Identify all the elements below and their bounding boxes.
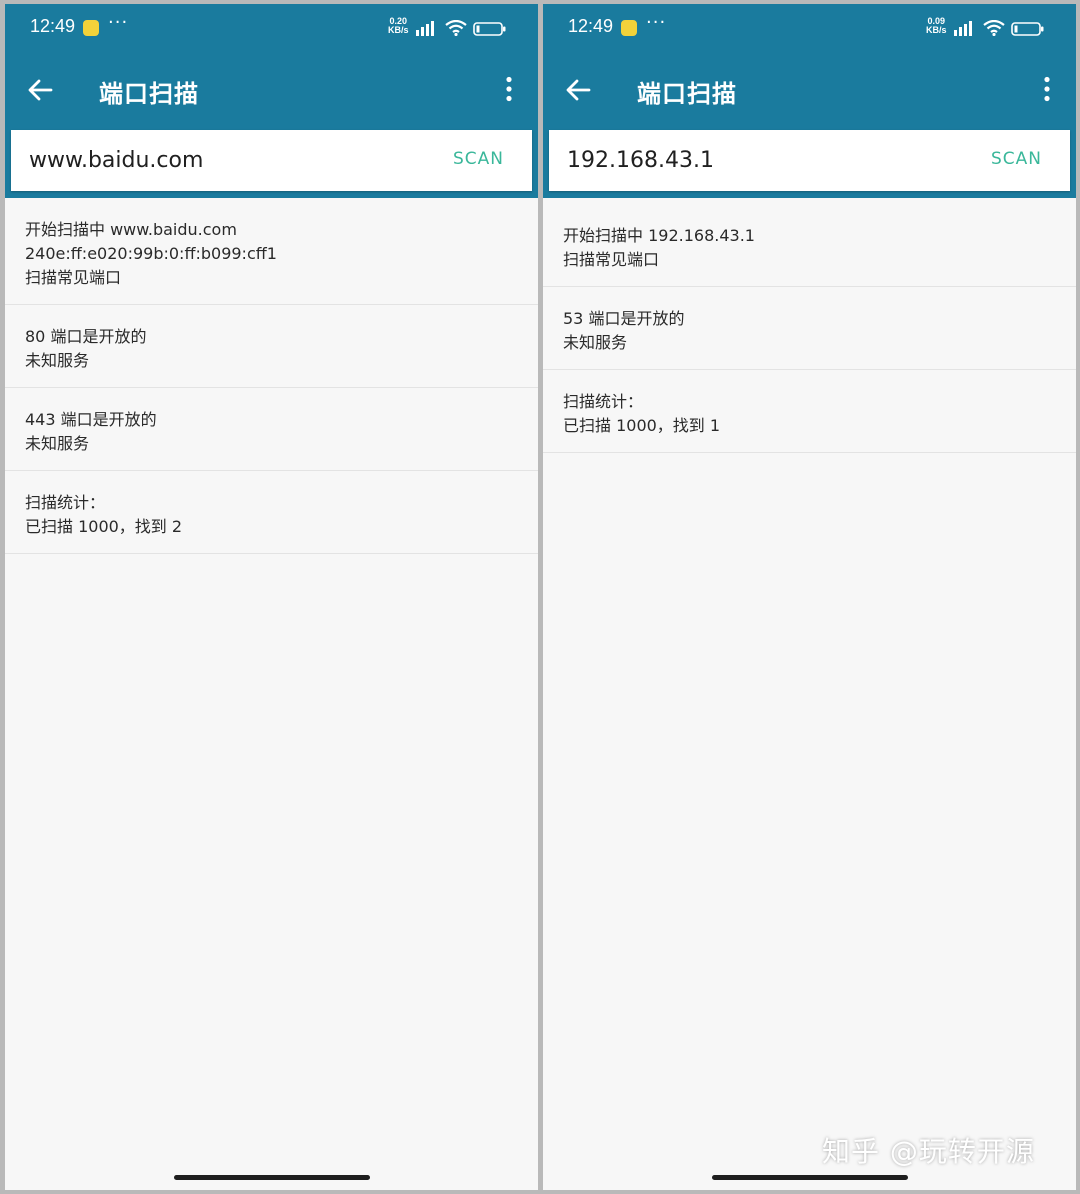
network-speed: 0.20 KB/s [388,17,409,35]
search-row: SCAN [543,128,1076,198]
host-input[interactable] [29,140,389,180]
result-line: 扫描统计： [25,493,106,512]
network-speed-unit: KB/s [926,25,947,35]
more-notifications-icon: ··· [108,12,129,33]
status-bar: 12:49 ··· 0.09 KB/s [543,4,1076,52]
result-line: 未知服务 [25,351,90,370]
back-arrow-icon[interactable] [27,78,53,102]
battery-icon [1011,22,1044,36]
gesture-nav-handle[interactable] [711,1175,908,1180]
search-row: SCAN [5,128,538,198]
battery-icon [473,22,506,36]
more-notifications-icon: ··· [646,12,667,33]
result-line: 扫描统计： [563,392,644,411]
status-bar: 12:49 ··· 0.20 KB/s [5,4,538,52]
search-card: SCAN [11,130,532,191]
result-list: 开始扫描中 192.168.43.1 扫描常见端口 53 端口是开放的 未知服务… [543,198,1076,453]
notification-icon [83,20,99,36]
result-line: 扫描常见端口 [25,268,122,287]
app-bar: 端口扫描 [5,52,538,128]
page-title: 端口扫描 [99,80,199,108]
signal-icon [416,21,434,36]
result-list: 开始扫描中 www.baidu.com 240e:ff:e020:99b:0:f… [5,198,538,554]
page-title: 端口扫描 [637,80,737,108]
result-line: 443 端口是开放的 [25,410,157,429]
wifi-icon [983,20,1005,36]
wifi-icon [445,20,467,36]
status-time: 12:49 [30,16,76,36]
result-line: 240e:ff:e020:99b:0:ff:b099:cff1 [25,244,277,263]
overflow-menu-icon[interactable] [505,76,513,102]
result-line: 未知服务 [563,333,628,352]
host-input[interactable] [567,140,927,180]
result-item: 扫描统计： 已扫描 1000，找到 2 [5,471,538,554]
watermark: 知乎 @玩转开源 [822,1135,1035,1168]
phone-screen-left: 12:49 ··· 0.20 KB/s 端口扫描 www.baidu.com S… [5,4,538,1190]
status-time: 12:49 [568,16,614,36]
result-item: 80 端口是开放的 未知服务 [5,305,538,388]
result-line: 扫描常见端口 [563,250,660,269]
result-line: 已扫描 1000，找到 2 [25,517,183,536]
app-bar: 端口扫描 [543,52,1076,128]
search-card: SCAN [549,130,1070,191]
result-item: 开始扫描中 www.baidu.com 240e:ff:e020:99b:0:f… [5,198,538,305]
phone-screen-right: 12:49 ··· 0.09 KB/s 端口扫描 192.168.43.1 SC… [543,4,1076,1190]
scan-button[interactable]: SCAN [991,149,1042,169]
scan-button[interactable]: SCAN [453,149,504,169]
signal-icon [954,21,972,36]
result-line: 开始扫描中 192.168.43.1 [563,226,755,245]
result-line: 未知服务 [25,434,90,453]
result-item: 53 端口是开放的 未知服务 [543,287,1076,370]
back-arrow-icon[interactable] [565,78,591,102]
result-line: 80 端口是开放的 [25,327,147,346]
network-speed-unit: KB/s [388,25,409,35]
result-line: 53 端口是开放的 [563,309,685,328]
result-item: 443 端口是开放的 未知服务 [5,388,538,471]
result-item: 开始扫描中 192.168.43.1 扫描常见端口 [543,198,1076,287]
result-line: 开始扫描中 www.baidu.com [25,220,237,239]
gesture-nav-handle[interactable] [173,1175,370,1180]
network-speed: 0.09 KB/s [926,17,947,35]
result-item: 扫描统计： 已扫描 1000，找到 1 [543,370,1076,453]
screenshot-composite: 12:49 ··· 0.20 KB/s 端口扫描 www.baidu.com S… [0,0,1080,1194]
overflow-menu-icon[interactable] [1043,76,1051,102]
notification-icon [621,20,637,36]
result-line: 已扫描 1000，找到 1 [563,416,721,435]
